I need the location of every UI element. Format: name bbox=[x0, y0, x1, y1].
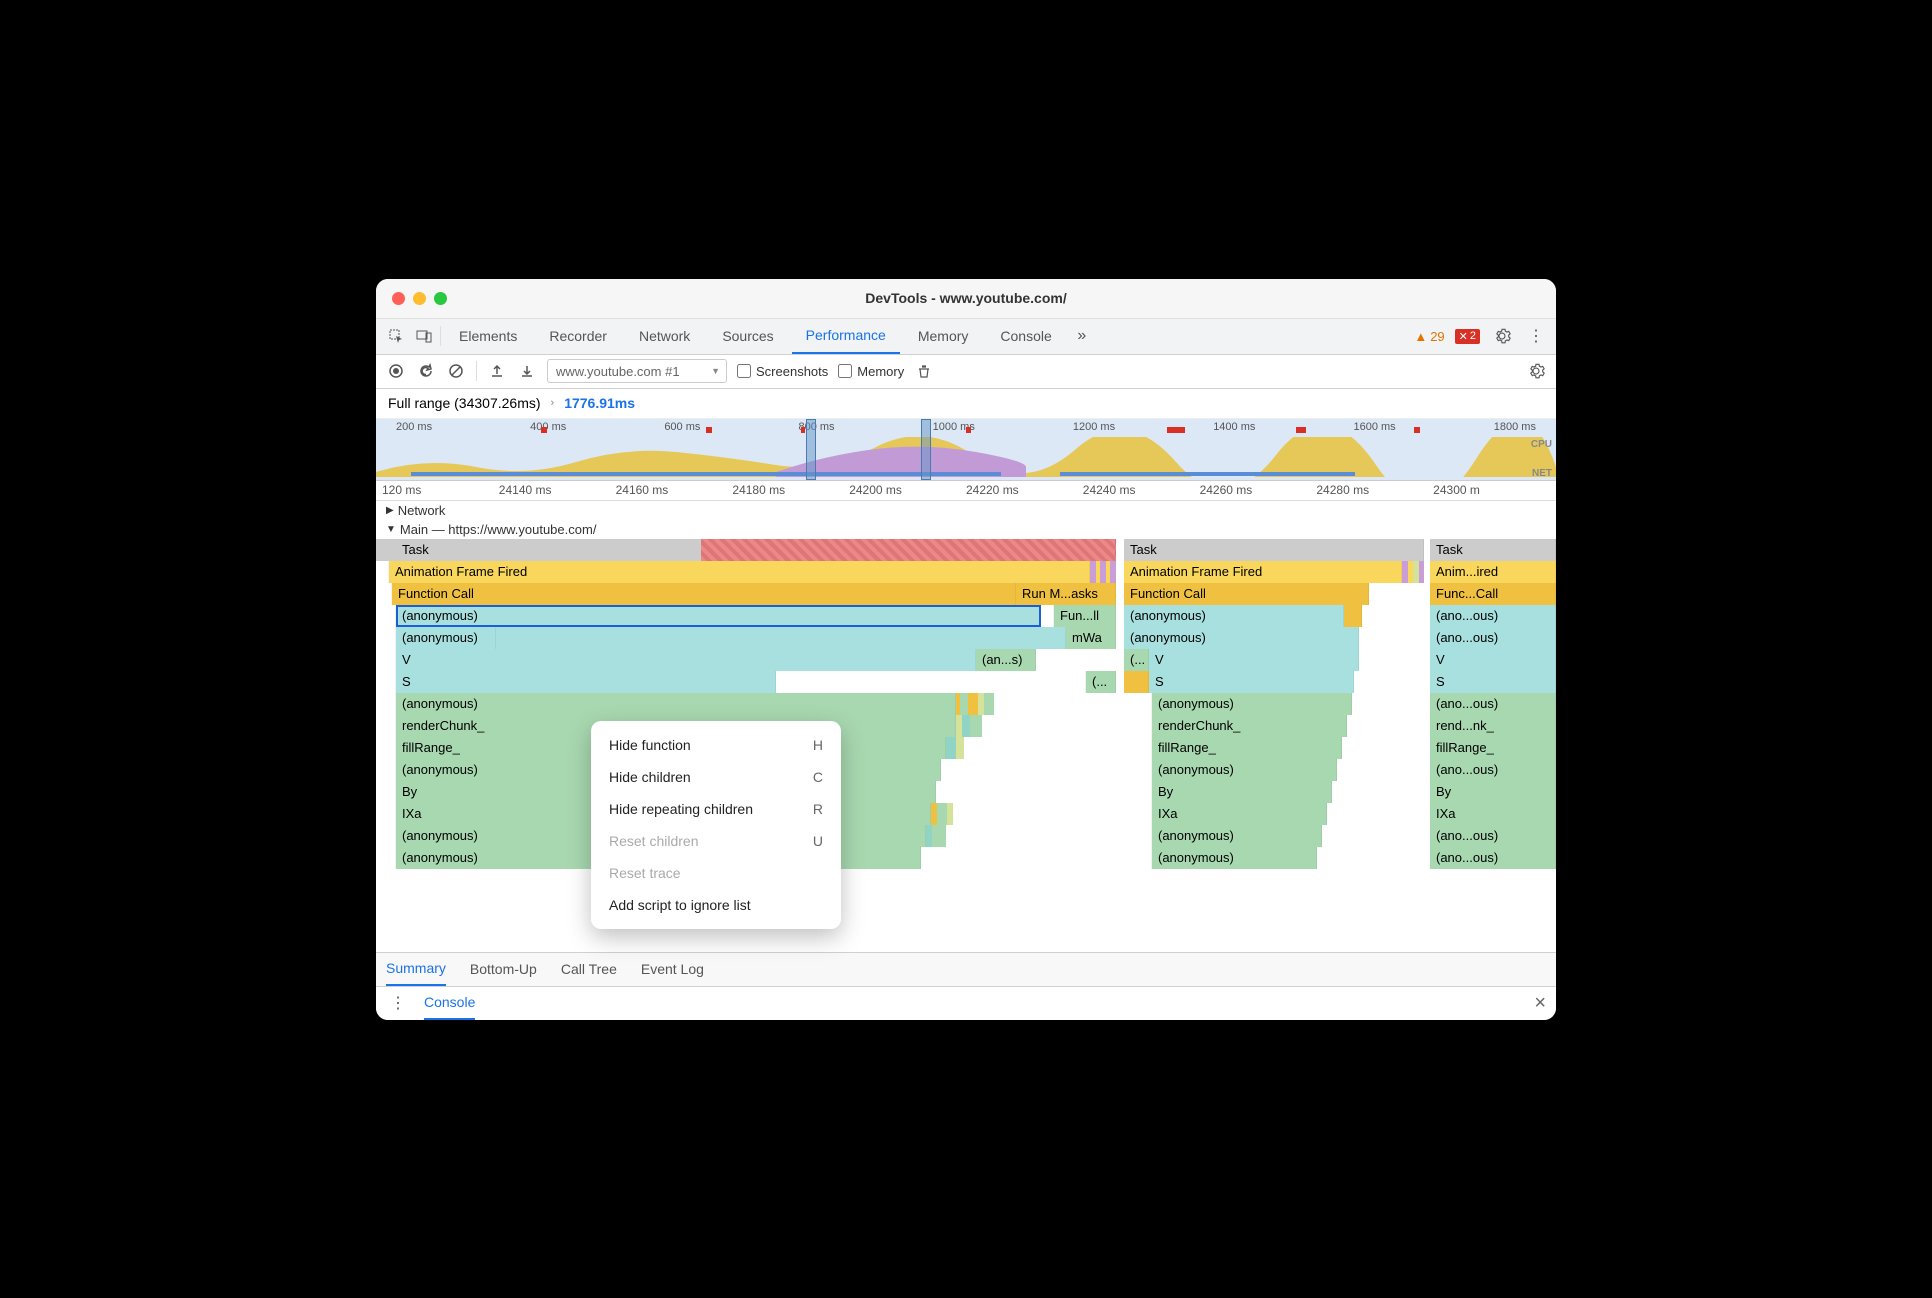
clear-icon[interactable] bbox=[446, 361, 466, 381]
minimize-window-button[interactable] bbox=[413, 292, 426, 305]
flame-col-2: Task Animation Frame Fired Function Call… bbox=[1124, 539, 1424, 869]
tab-performance[interactable]: Performance bbox=[792, 318, 900, 354]
tab-network[interactable]: Network bbox=[625, 318, 704, 354]
cm-hide-children[interactable]: Hide childrenC bbox=[591, 761, 841, 793]
frame-anon-selected[interactable]: (anonymous) bbox=[396, 605, 1041, 627]
download-icon[interactable] bbox=[517, 361, 537, 381]
more-tabs-icon[interactable]: » bbox=[1070, 324, 1094, 348]
btab-eventlog[interactable]: Event Log bbox=[641, 952, 704, 986]
tab-elements[interactable]: Elements bbox=[445, 318, 531, 354]
frame-anim[interactable]: Animation Frame Fired bbox=[389, 561, 1090, 583]
tab-console[interactable]: Console bbox=[986, 318, 1065, 354]
recording-select[interactable]: www.youtube.com #1 bbox=[547, 359, 727, 383]
memory-checkbox[interactable]: Memory bbox=[838, 364, 904, 379]
btab-summary[interactable]: Summary bbox=[386, 952, 446, 986]
tab-memory[interactable]: Memory bbox=[904, 318, 983, 354]
long-task-marker bbox=[701, 539, 1116, 561]
upload-icon[interactable] bbox=[487, 361, 507, 381]
top-tabs: Elements Recorder Network Sources Perfor… bbox=[376, 319, 1556, 355]
btab-bottomup[interactable]: Bottom-Up bbox=[470, 952, 537, 986]
drawer-close-icon[interactable]: × bbox=[1534, 992, 1546, 1015]
cm-hide-function[interactable]: Hide functionH bbox=[591, 729, 841, 761]
errors-count: 2 bbox=[1470, 330, 1476, 342]
maximize-window-button[interactable] bbox=[434, 292, 447, 305]
time-breadcrumb[interactable]: Full range (34307.26ms) › 1776.91ms bbox=[376, 389, 1556, 419]
device-toggle-icon[interactable] bbox=[412, 324, 436, 348]
settings-icon[interactable] bbox=[1490, 324, 1514, 348]
btab-calltree[interactable]: Call Tree bbox=[561, 952, 617, 986]
errors-badge[interactable]: ✕ 2 bbox=[1455, 329, 1480, 344]
bottom-tabs: Summary Bottom-Up Call Tree Event Log bbox=[376, 952, 1556, 986]
screenshots-checkbox[interactable]: Screenshots bbox=[737, 364, 828, 379]
range-handle-right[interactable] bbox=[921, 419, 931, 480]
detail-time-ruler: 120 ms24140 ms24160 ms24180 ms24200 ms24… bbox=[376, 481, 1556, 501]
separator bbox=[440, 326, 441, 346]
tab-right-group: ▲ 29 ✕ 2 ⋮ bbox=[1414, 324, 1548, 348]
chevron-right-icon: › bbox=[551, 397, 555, 409]
record-icon[interactable] bbox=[386, 361, 406, 381]
warnings-count: 29 bbox=[1430, 329, 1444, 344]
cm-reset-children: Reset childrenU bbox=[591, 825, 841, 857]
flame-col-3: Task Anim...ired Func...Call (ano...ous)… bbox=[1430, 539, 1556, 869]
overview-strip[interactable]: 200 ms400 ms600 ms800 ms1000 ms1200 ms14… bbox=[376, 419, 1556, 481]
overview-cpu-chart bbox=[376, 437, 1556, 477]
collapse-icon: ▼ bbox=[386, 524, 396, 535]
overview-net bbox=[376, 472, 1556, 478]
frame-funccall[interactable]: Function Call bbox=[392, 583, 1016, 605]
full-range-label: Full range (34307.26ms) bbox=[388, 395, 541, 411]
separator bbox=[476, 361, 477, 381]
reload-icon[interactable] bbox=[416, 361, 436, 381]
perf-toolbar: www.youtube.com #1 Screenshots Memory bbox=[376, 355, 1556, 389]
devtools-window: DevTools - www.youtube.com/ Elements Rec… bbox=[376, 279, 1556, 1020]
main-section-header[interactable]: ▼Main — https://www.youtube.com/ bbox=[376, 520, 1556, 539]
context-menu: Hide functionH Hide childrenC Hide repea… bbox=[591, 721, 841, 929]
flame-chart[interactable]: ▶Network ▼Main — https://www.youtube.com… bbox=[376, 501, 1556, 952]
cpu-label: CPU bbox=[1531, 439, 1552, 450]
range-handle-left[interactable] bbox=[806, 419, 816, 480]
warnings-badge[interactable]: ▲ 29 bbox=[1414, 329, 1444, 344]
panel-settings-icon[interactable] bbox=[1526, 361, 1546, 381]
inspect-icon[interactable] bbox=[384, 324, 408, 348]
garbage-collect-icon[interactable] bbox=[914, 361, 934, 381]
traffic-lights bbox=[376, 292, 447, 305]
expand-icon: ▶ bbox=[386, 505, 394, 516]
kebab-menu-icon[interactable]: ⋮ bbox=[1524, 324, 1548, 348]
cm-reset-trace: Reset trace bbox=[591, 857, 841, 889]
titlebar: DevTools - www.youtube.com/ bbox=[376, 279, 1556, 319]
tab-recorder[interactable]: Recorder bbox=[535, 318, 621, 354]
drawer-kebab-icon[interactable]: ⋮ bbox=[386, 991, 410, 1015]
overview-markers bbox=[376, 427, 1556, 433]
network-section-header[interactable]: ▶Network bbox=[376, 501, 1556, 520]
window-title: DevTools - www.youtube.com/ bbox=[865, 290, 1066, 306]
tab-sources[interactable]: Sources bbox=[708, 318, 787, 354]
drawer-tab-console[interactable]: Console bbox=[424, 986, 475, 1020]
net-label: NET bbox=[1532, 468, 1552, 479]
drawer: ⋮ Console × bbox=[376, 986, 1556, 1020]
selected-range-label: 1776.91ms bbox=[564, 395, 635, 411]
close-window-button[interactable] bbox=[392, 292, 405, 305]
cm-hide-repeating[interactable]: Hide repeating childrenR bbox=[591, 793, 841, 825]
cm-add-ignore[interactable]: Add script to ignore list bbox=[591, 889, 841, 921]
